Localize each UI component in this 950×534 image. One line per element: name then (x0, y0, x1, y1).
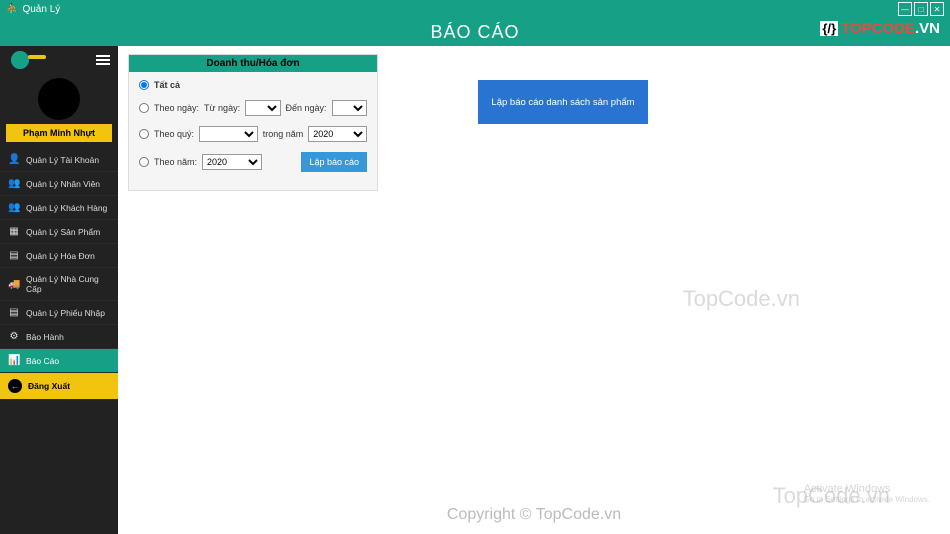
quarter-year-select[interactable]: 2020 (308, 126, 367, 142)
nav-label: Quản Lý Phiếu Nhập (26, 308, 105, 318)
radio-by-year[interactable] (139, 157, 149, 167)
user-name-badge: Phạm Minh Nhựt (6, 124, 112, 142)
nav-label: Quản Lý Sản Phẩm (26, 227, 100, 237)
panel-title: Doanh thu/Hóa đơn (129, 55, 377, 72)
logout-button[interactable]: ← Đăng Xuất (0, 373, 118, 400)
user-icon: 👤 (8, 154, 20, 165)
menu-toggle-icon[interactable] (96, 55, 110, 65)
users-icon: 👥 (8, 178, 20, 189)
topcode-logo: {/} TOPCODE.VN (820, 20, 940, 37)
label-all: Tất cả (154, 80, 180, 90)
label-in-year: trong năm (263, 129, 304, 139)
nav-label: Quản Lý Hóa Đơn (26, 251, 95, 261)
copyright-watermark: Copyright © TopCode.vn (447, 506, 621, 524)
nav-label: Quản Lý Nhà Cung Cấp (26, 274, 110, 294)
create-report-button[interactable]: Lập báo cáo (301, 152, 367, 172)
logout-icon: ← (8, 379, 22, 393)
page-title: BÁO CÁO (430, 22, 519, 43)
brand-logo-icon (8, 50, 48, 70)
nav-label: Quản Lý Tài Khoản (26, 155, 99, 165)
avatar (38, 78, 80, 120)
from-date-select[interactable] (245, 100, 280, 116)
nav-invoices[interactable]: ▤ Quản Lý Hóa Đơn (0, 244, 118, 268)
nav-accounts[interactable]: 👤 Quản Lý Tài Khoản (0, 148, 118, 172)
radio-by-day[interactable] (139, 103, 149, 113)
label-to: Đến ngày: (286, 103, 327, 113)
sidebar: Phạm Minh Nhựt 👤 Quản Lý Tài Khoản 👥 Quản … (0, 46, 118, 534)
gear-icon: ⚙ (8, 331, 20, 342)
nav-label: Đăng Xuất (28, 381, 70, 391)
nav-label: Quản Lý Khách Hàng (26, 203, 107, 213)
document-icon: ▤ (8, 307, 20, 318)
revenue-panel: Doanh thu/Hóa đơn Tất cả Theo ngày: Từ n… (128, 54, 378, 191)
app-name: Quản Lý (22, 4, 60, 15)
product-list-report-button[interactable]: Lập báo cáo danh sách sản phẩm (478, 80, 648, 124)
nav-warranty[interactable]: ⚙ Bảo Hành (0, 325, 118, 349)
nav-suppliers[interactable]: 🚚 Quản Lý Nhà Cung Cấp (0, 268, 118, 301)
nav-products[interactable]: ▦ Quản Lý Sản Phẩm (0, 220, 118, 244)
label-from: Từ ngày: (204, 103, 240, 113)
year-select[interactable]: 2020 (202, 154, 262, 170)
radio-all[interactable] (139, 80, 149, 90)
minimize-button[interactable]: — (898, 2, 912, 16)
maximize-button[interactable]: □ (914, 2, 928, 16)
watermark: TopCode.vn (683, 286, 800, 312)
truck-icon: 🚚 (8, 279, 20, 290)
nav-employees[interactable]: 👥 Quản Lý Nhân Viên (0, 172, 118, 196)
nav-label: Quản Lý Nhân Viên (26, 179, 100, 189)
nav-label: Báo Cáo (26, 356, 59, 366)
main-content: Doanh thu/Hóa đơn Tất cả Theo ngày: Từ n… (118, 46, 950, 534)
users-icon: 👥 (8, 202, 20, 213)
label-by-quarter: Theo quý: (154, 129, 194, 139)
nav-reports[interactable]: 📊 Báo Cáo (0, 349, 118, 373)
user-icon: ⛹ (6, 4, 18, 15)
close-button[interactable]: ✕ (930, 2, 944, 16)
nav-customers[interactable]: 👥 Quản Lý Khách Hàng (0, 196, 118, 220)
quarter-select[interactable] (199, 126, 258, 142)
to-date-select[interactable] (332, 100, 367, 116)
label-by-year: Theo năm: (154, 157, 197, 167)
chart-icon: 📊 (8, 355, 20, 366)
document-icon: ▤ (8, 250, 20, 261)
grid-icon: ▦ (8, 226, 20, 237)
activate-windows: Activate Windows Go to Settings to activ… (804, 483, 930, 504)
nav-label: Bảo Hành (26, 332, 64, 342)
label-by-day: Theo ngày: (154, 103, 199, 113)
nav-imports[interactable]: ▤ Quản Lý Phiếu Nhập (0, 301, 118, 325)
radio-by-quarter[interactable] (139, 129, 149, 139)
